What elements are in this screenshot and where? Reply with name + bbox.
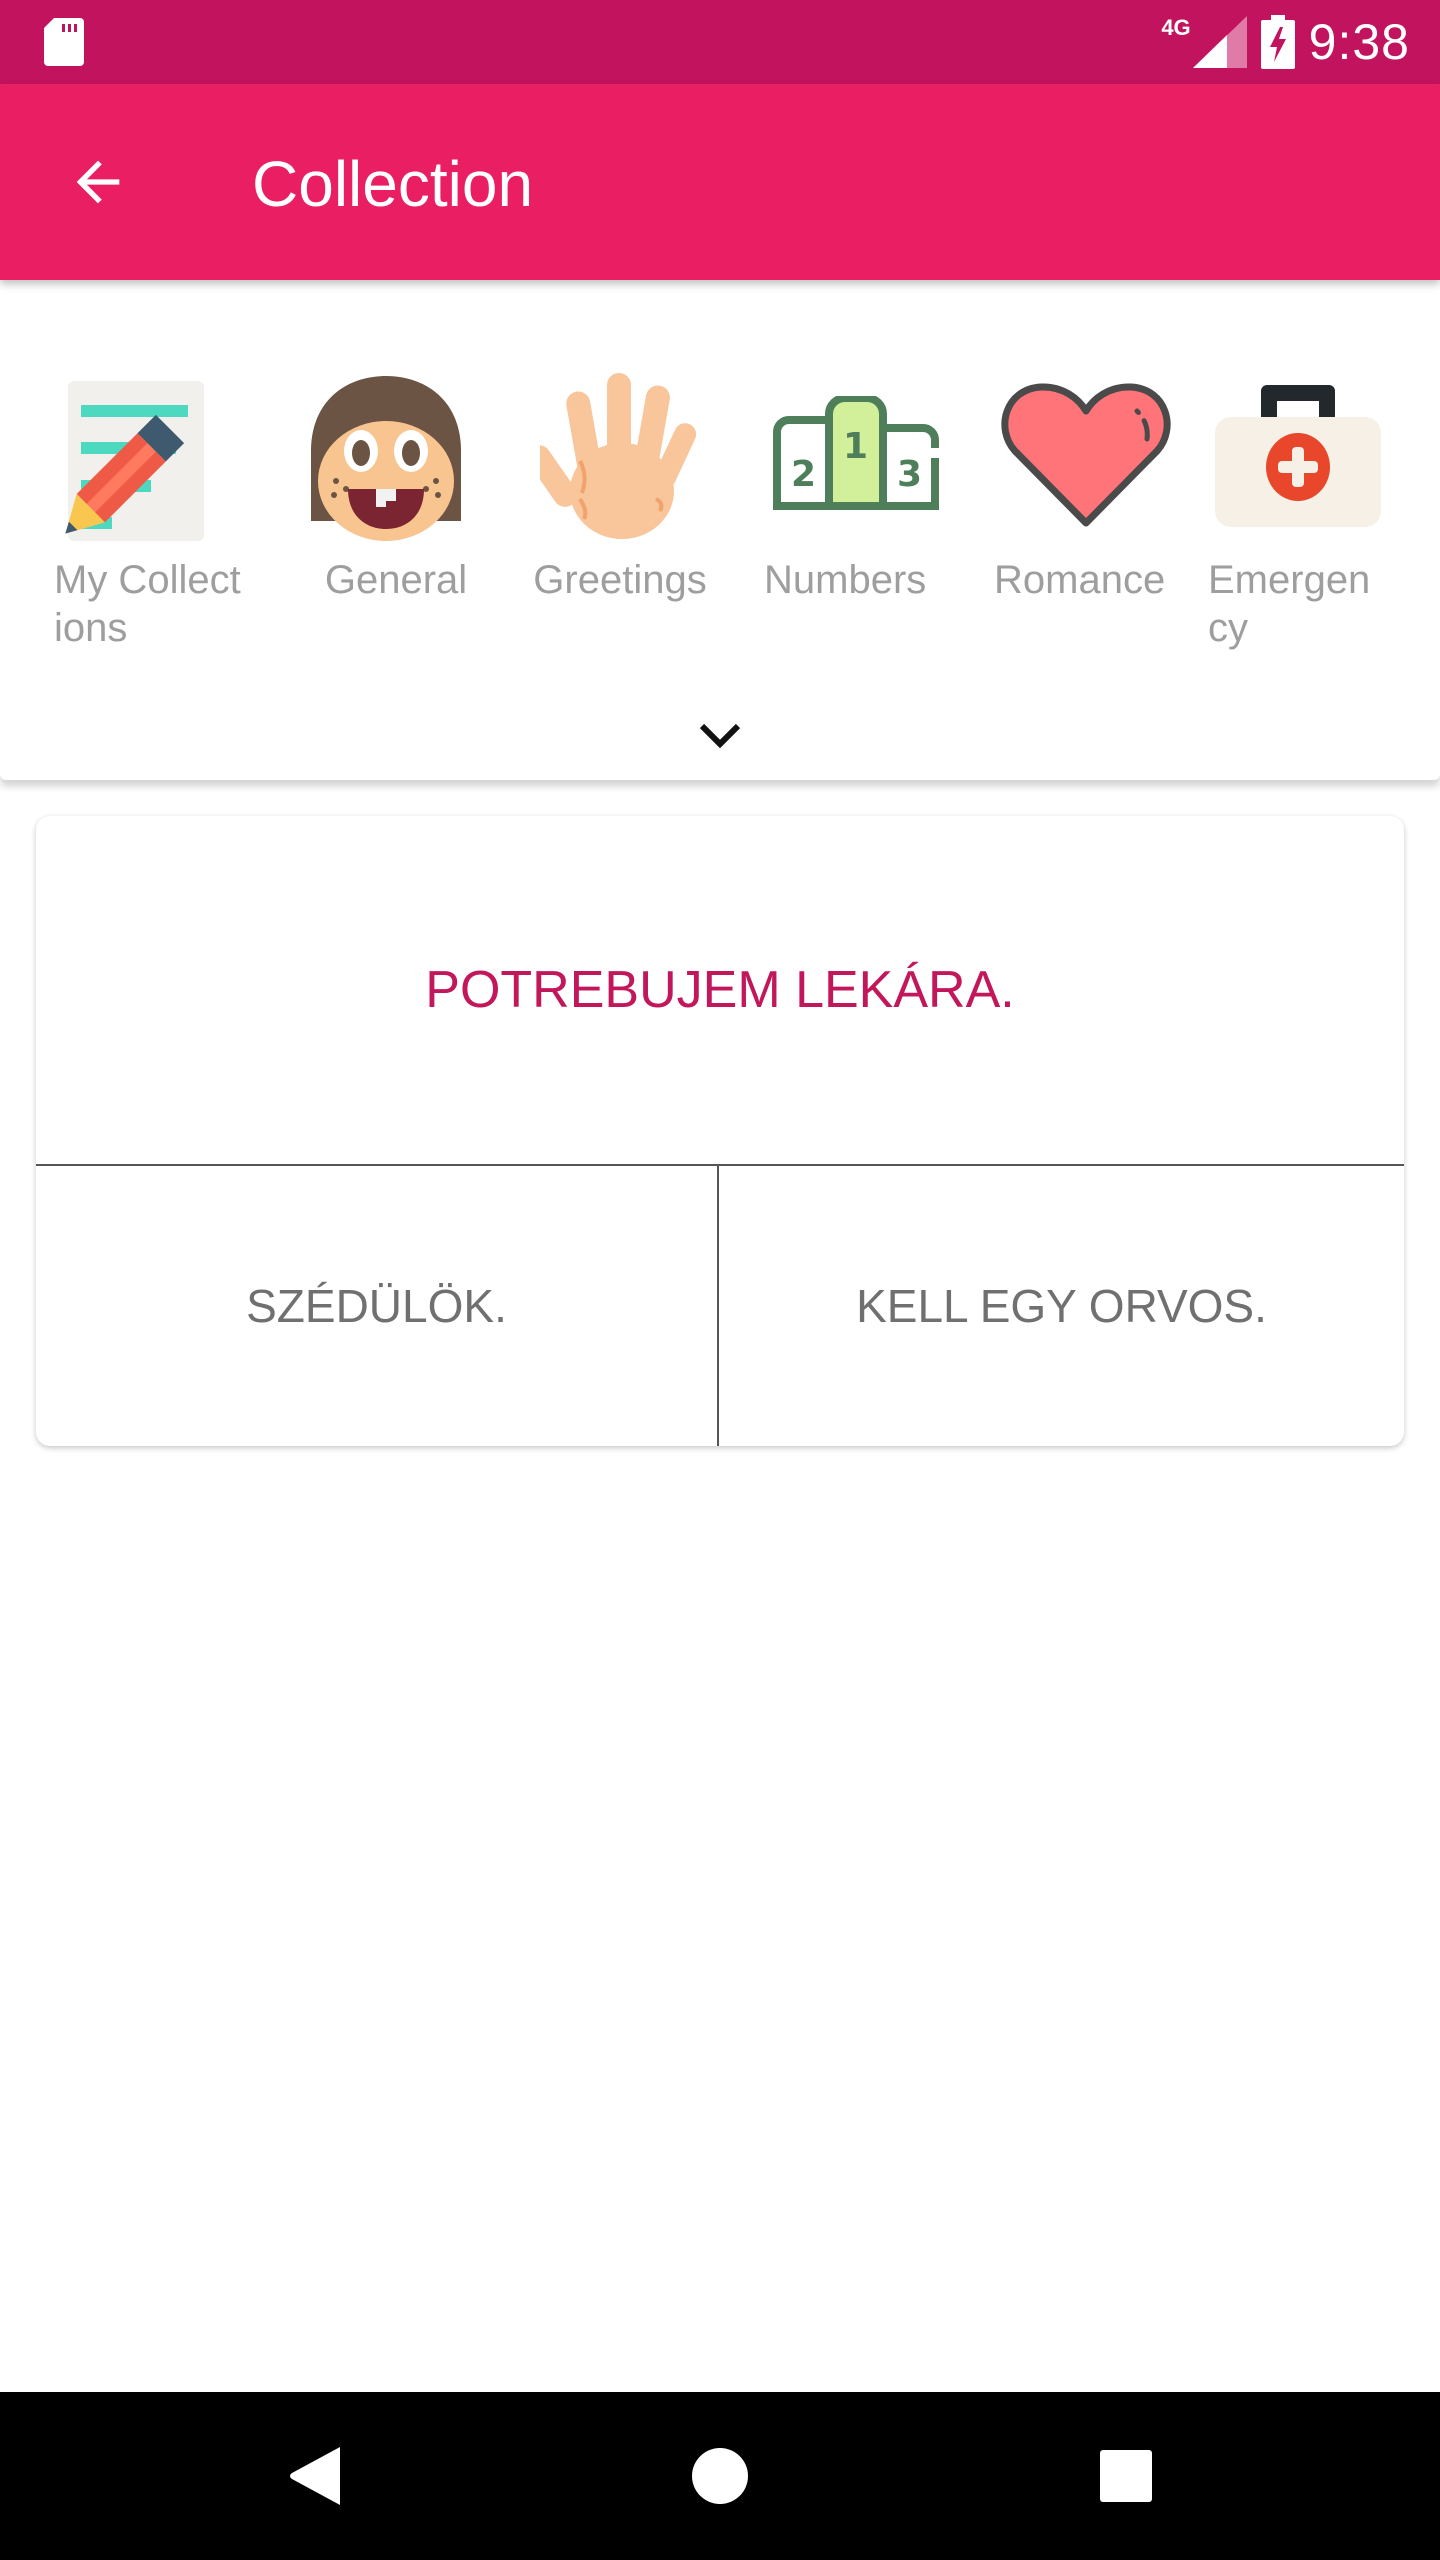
smiling-face-icon bbox=[296, 366, 476, 546]
category-strip: My Collect ions General Greetings 2 1 3 … bbox=[0, 280, 1440, 780]
system-nav-bar bbox=[0, 2392, 1440, 2560]
back-button[interactable] bbox=[56, 140, 140, 224]
svg-text:2: 2 bbox=[791, 454, 816, 495]
category-general[interactable]: General bbox=[296, 366, 496, 604]
heart-icon bbox=[996, 366, 1176, 546]
battery-charging-icon bbox=[1260, 15, 1295, 69]
signal-icon bbox=[1192, 16, 1247, 68]
nav-recents-icon bbox=[1100, 2450, 1152, 2502]
chevron-down-icon bbox=[699, 723, 741, 749]
page-title: Collection bbox=[252, 148, 534, 220]
category-greetings[interactable]: Greetings bbox=[530, 366, 730, 604]
svg-text:3: 3 bbox=[897, 454, 922, 495]
nav-back-button[interactable] bbox=[276, 2436, 356, 2516]
podium-icon: 2 1 3 bbox=[768, 366, 948, 546]
app-bar: Collection bbox=[0, 84, 1440, 280]
question-text[interactable]: POTREBUJEM LEKÁRA. bbox=[36, 816, 1404, 1166]
clock: 9:38 bbox=[1308, 14, 1410, 70]
sd-card-icon bbox=[44, 18, 84, 66]
answer-option-1[interactable]: SZÉDÜLÖK. bbox=[36, 1166, 719, 1446]
nav-home-icon bbox=[692, 2448, 748, 2504]
category-label: General bbox=[324, 558, 468, 602]
category-label: My Collect ions bbox=[54, 558, 241, 650]
category-emergency[interactable]: Emergen cy bbox=[1208, 366, 1408, 652]
category-romance[interactable]: Romance bbox=[994, 366, 1196, 604]
category-label: Greetings bbox=[533, 558, 707, 602]
category-my-collections[interactable]: My Collect ions bbox=[54, 366, 254, 652]
category-label: Numbers bbox=[764, 558, 927, 602]
status-bar: 4G 9:38 bbox=[0, 0, 1440, 84]
expand-categories-button[interactable] bbox=[690, 710, 750, 760]
quiz-card: POTREBUJEM LEKÁRA. SZÉDÜLÖK. KELL EGY OR… bbox=[36, 816, 1404, 1446]
svg-text:1: 1 bbox=[843, 426, 868, 467]
nav-back-icon bbox=[290, 2447, 340, 2505]
first-aid-kit-icon bbox=[1208, 366, 1388, 546]
nav-recents-button[interactable] bbox=[1086, 2436, 1166, 2516]
category-numbers[interactable]: 2 1 3 Numbers bbox=[764, 366, 968, 604]
answer-option-2[interactable]: KELL EGY ORVOS. bbox=[719, 1166, 1404, 1446]
arrow-back-icon bbox=[76, 160, 120, 204]
nav-home-button[interactable] bbox=[680, 2436, 760, 2516]
waving-hand-icon bbox=[530, 366, 710, 546]
category-label: Romance bbox=[994, 558, 1166, 602]
category-label: Emergen cy bbox=[1208, 558, 1371, 650]
notepad-pencil-icon bbox=[54, 366, 234, 546]
network-type-label: 4G bbox=[1161, 15, 1191, 40]
